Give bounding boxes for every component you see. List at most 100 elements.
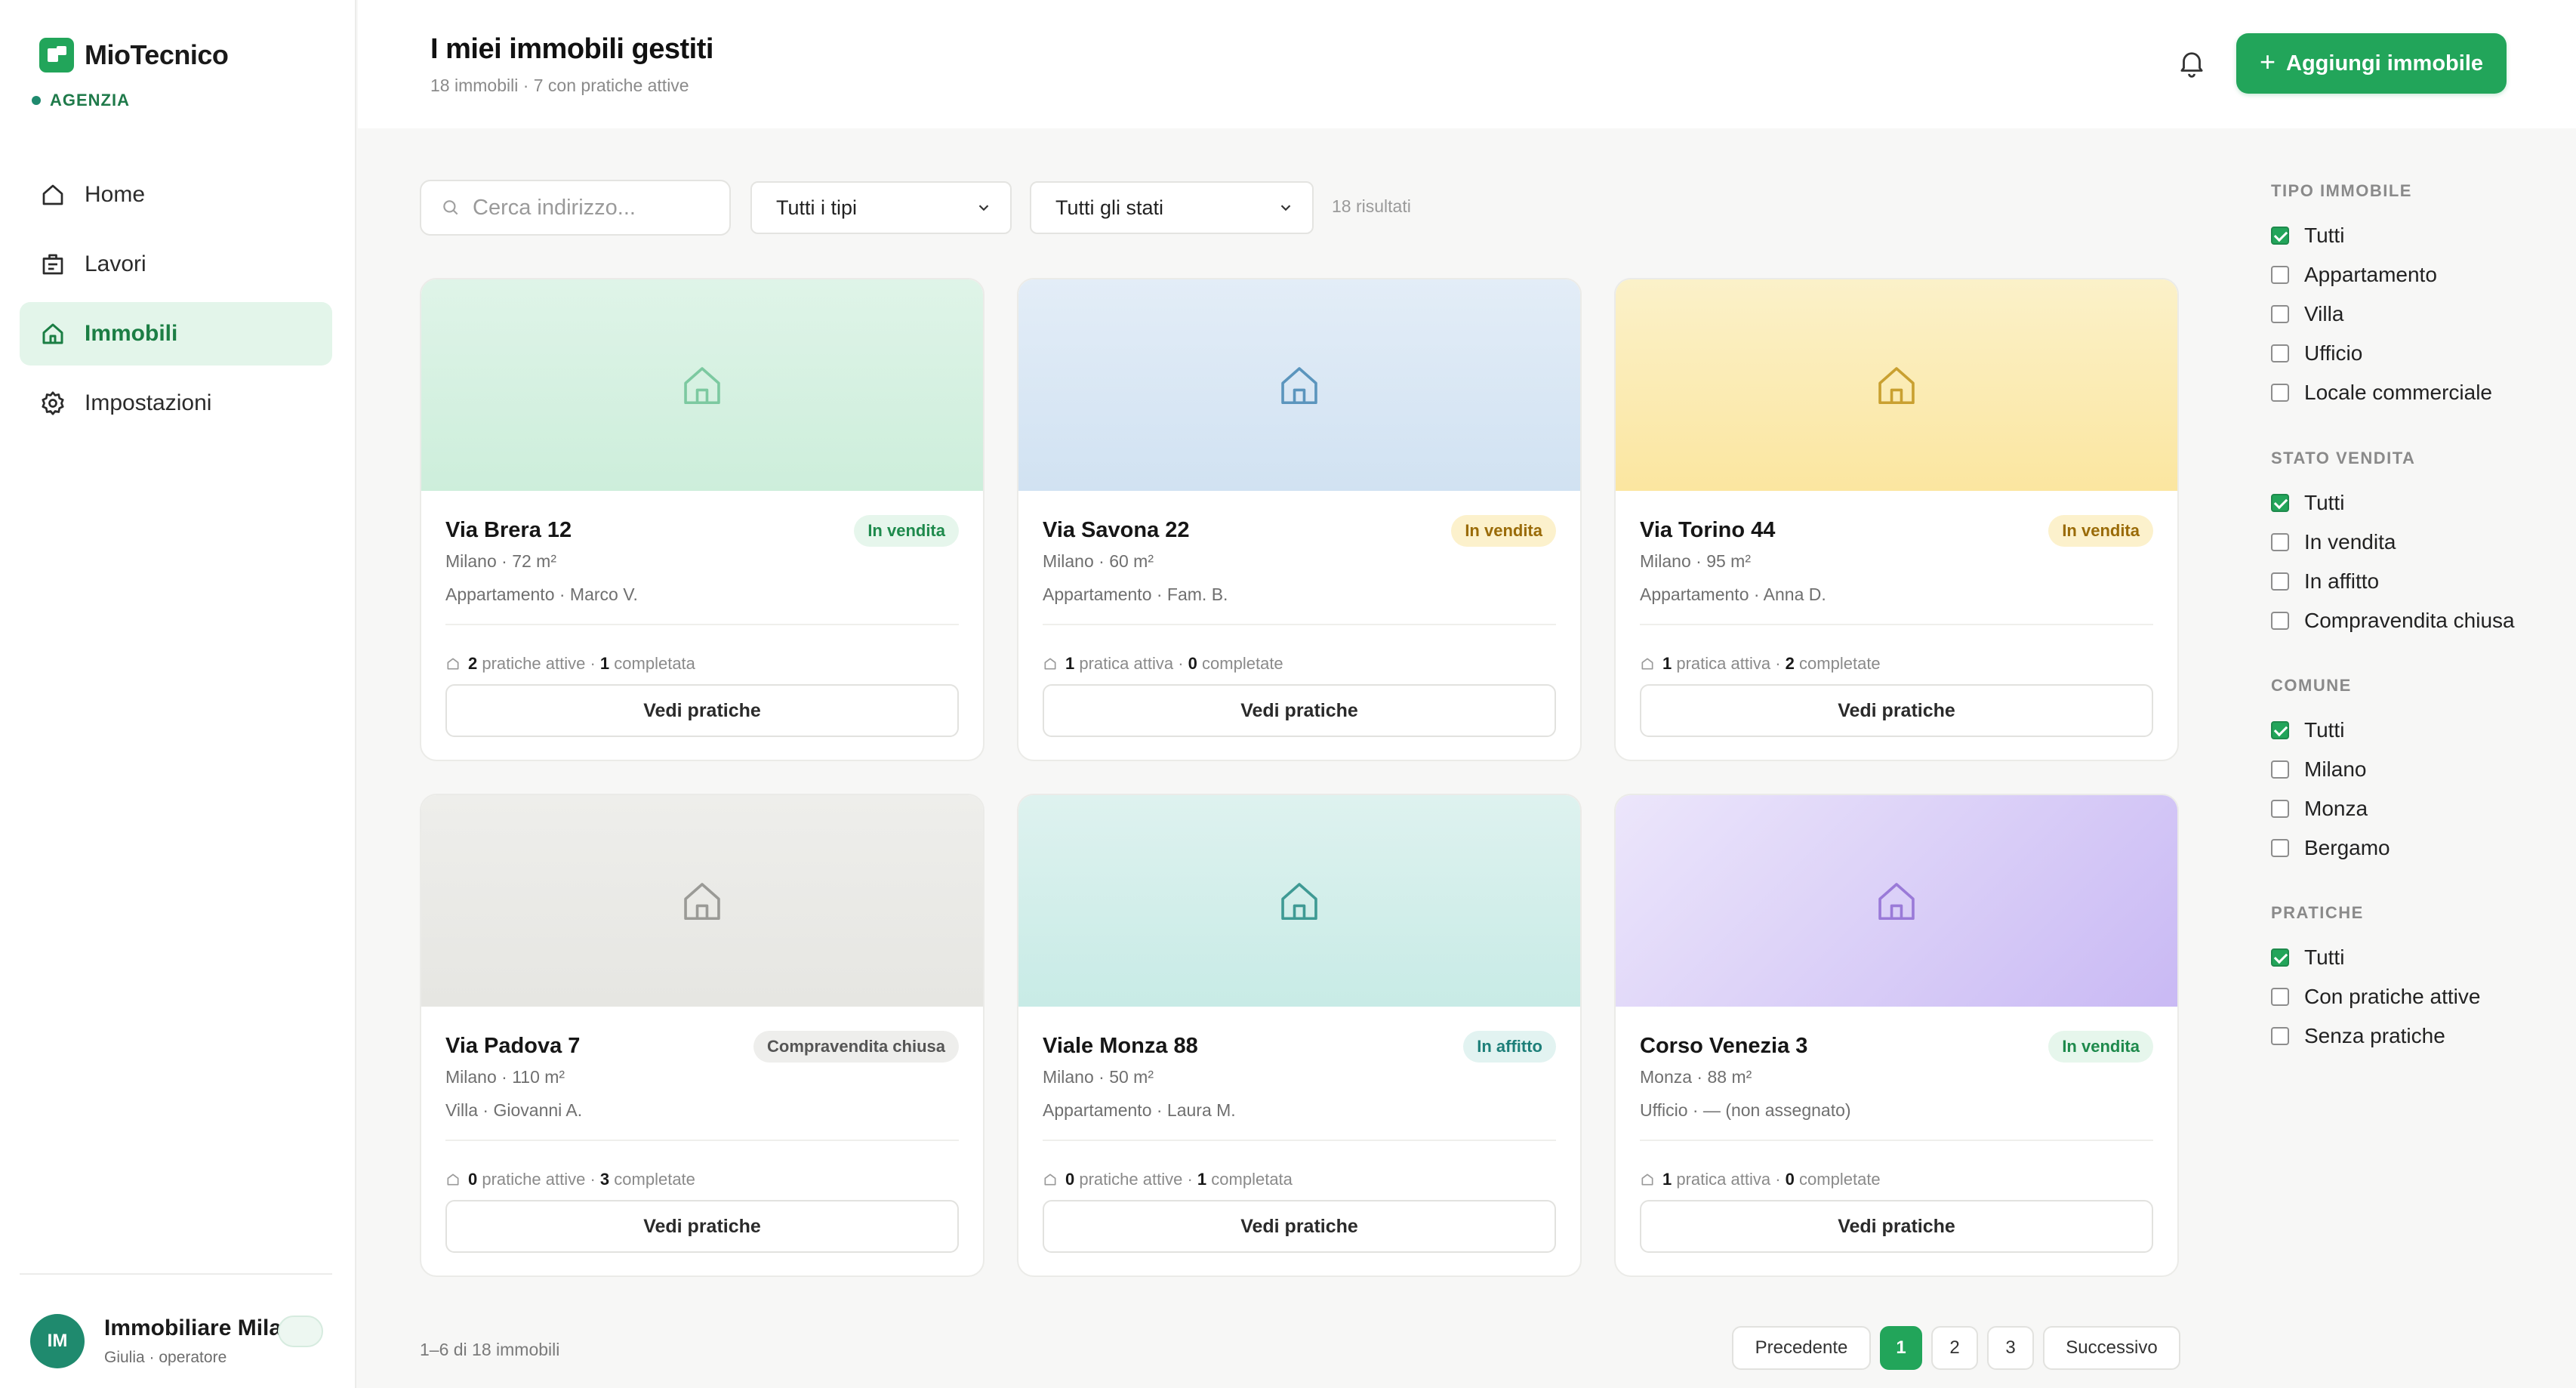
- sidebar-item-label: Impostazioni: [85, 390, 212, 415]
- sidebar-item-label: Home: [85, 182, 146, 207]
- checkbox[interactable]: [2271, 305, 2289, 323]
- view-practices-button[interactable]: Vedi pratiche: [1043, 1200, 1556, 1253]
- filter-option[interactable]: Compravendita chiusa: [2271, 609, 2515, 633]
- filter-option[interactable]: Con pratiche attive: [2271, 985, 2480, 1009]
- sidebar: MioTecnico AGENZIA Home Lavori Immobili …: [0, 0, 356, 1388]
- user-menu-chip[interactable]: [278, 1316, 323, 1347]
- house-icon: [684, 883, 720, 921]
- sidebar-item-home[interactable]: Home: [20, 163, 332, 227]
- org-tag-label: AGENZIA: [50, 91, 130, 109]
- filter-option[interactable]: Milano: [2271, 757, 2366, 782]
- brand[interactable]: MioTecnico: [39, 38, 229, 72]
- filter-group-heading: TIPO IMMOBILE: [2271, 181, 2412, 200]
- stats-text: 1 pratica attiva · 2 completate: [1662, 654, 1881, 673]
- property-meta: Appartamento · Anna D.: [1640, 585, 1826, 604]
- filter-option[interactable]: Tutti: [2271, 945, 2344, 970]
- folder-icon: [1044, 1174, 1056, 1186]
- house-icon: [1281, 367, 1317, 405]
- filter-option[interactable]: Tutti: [2271, 718, 2344, 742]
- property-location: Milano · 60 m²: [1043, 551, 1154, 571]
- checkbox[interactable]: [2271, 572, 2289, 591]
- filter-option[interactable]: Appartamento: [2271, 263, 2437, 287]
- stats-text: 2 pratiche attive · 1 completata: [468, 654, 695, 673]
- property-title: Via Padova 7: [445, 1034, 581, 1058]
- filter-option[interactable]: Ufficio: [2271, 341, 2362, 366]
- state-select[interactable]: Tutti gli stati: [1030, 181, 1314, 234]
- property-card[interactable]: Viale Monza 88 In affitto Milano · 50 m² Ap…: [1017, 794, 1582, 1277]
- filter-option[interactable]: In vendita: [2271, 530, 2396, 554]
- filter-option[interactable]: Tutti: [2271, 224, 2344, 248]
- filter-option-label: Tutti: [2304, 945, 2345, 969]
- checkbox[interactable]: [2271, 948, 2289, 967]
- filter-panel: TIPO IMMOBILE Tutti Appartamento Villa Uffic…: [2268, 0, 2576, 1388]
- property-title: Viale Monza 88: [1043, 1034, 1198, 1058]
- checkbox[interactable]: [2271, 839, 2289, 857]
- filter-option[interactable]: Locale commerciale: [2271, 381, 2492, 405]
- status-badge: In vendita: [854, 515, 959, 547]
- checkbox[interactable]: [2271, 533, 2289, 551]
- checkbox[interactable]: [2271, 988, 2289, 1006]
- filter-option-label: Milano: [2304, 757, 2367, 781]
- page-button-1[interactable]: 1: [1880, 1326, 1922, 1370]
- checkbox[interactable]: [2271, 800, 2289, 818]
- view-practices-button[interactable]: Vedi pratiche: [445, 684, 959, 737]
- folder-icon: [1044, 658, 1056, 670]
- type-select[interactable]: Tutti i tipi: [750, 181, 1012, 234]
- property-title: Via Brera 12: [445, 518, 572, 542]
- checkbox[interactable]: [2271, 1027, 2289, 1045]
- sidebar-item-label: Immobili: [85, 321, 178, 346]
- property-card[interactable]: Via Torino 44 In vendita Milano · 95 m² App…: [1614, 278, 2179, 761]
- filter-option-label: Monza: [2304, 797, 2368, 820]
- checkbox[interactable]: [2271, 721, 2289, 739]
- filter-group-heading: STATO VENDITA: [2271, 449, 2416, 467]
- property-card[interactable]: Via Padova 7 Compravendita chiusa Milano ·…: [420, 794, 984, 1277]
- checkbox[interactable]: [2271, 266, 2289, 284]
- property-location: Milano · 110 m²: [445, 1067, 565, 1087]
- chevron-down-icon: [978, 205, 989, 211]
- filter-option[interactable]: Villa: [2271, 302, 2343, 326]
- user-profile[interactable]: IM Immobiliare Milano Giulia · operatore: [30, 1314, 310, 1368]
- checkbox[interactable]: [2271, 344, 2289, 362]
- view-practices-button[interactable]: Vedi pratiche: [445, 1200, 959, 1253]
- state-select-value: Tutti gli stati: [1055, 196, 1164, 219]
- stats-text: 0 pratiche attive · 3 completate: [468, 1170, 695, 1189]
- house-icon: [684, 367, 720, 405]
- property-card[interactable]: Via Savona 22 In vendita Milano · 60 m² App…: [1017, 278, 1582, 761]
- sidebar-item-impostazioni[interactable]: Impostazioni: [20, 372, 332, 435]
- sidebar-item-immobili[interactable]: Immobili: [20, 302, 332, 366]
- org-dot-icon: [32, 96, 41, 105]
- view-practices-button[interactable]: Vedi pratiche: [1640, 1200, 2153, 1253]
- sidebar-item-lavori[interactable]: Lavori: [20, 233, 332, 296]
- checkbox[interactable]: [2271, 760, 2289, 779]
- checkbox[interactable]: [2271, 227, 2289, 245]
- filter-option-label: Tutti: [2304, 491, 2345, 514]
- bell-icon[interactable]: [2176, 47, 2208, 79]
- filter-option[interactable]: Bergamo: [2271, 836, 2390, 860]
- page-header: I miei immobili gestiti 18 immobili · 7 …: [358, 0, 2576, 128]
- search-input[interactable]: [473, 195, 714, 221]
- search-box[interactable]: [420, 180, 731, 236]
- filter-option[interactable]: Senza pratiche: [2271, 1024, 2445, 1048]
- checkbox[interactable]: [2271, 384, 2289, 402]
- status-badge: In affitto: [1463, 1031, 1556, 1063]
- filter-option-label: In affitto: [2304, 569, 2380, 593]
- property-meta: Appartamento · Fam. B.: [1043, 585, 1228, 604]
- filter-option[interactable]: Tutti: [2271, 491, 2344, 515]
- property-card[interactable]: Via Brera 12 In vendita Milano · 72 m² Appa…: [420, 278, 984, 761]
- property-title: Via Savona 22: [1043, 518, 1190, 542]
- view-practices-button[interactable]: Vedi pratiche: [1043, 684, 1556, 737]
- view-practices-button[interactable]: Vedi pratiche: [1640, 684, 2153, 737]
- filter-option[interactable]: Monza: [2271, 797, 2368, 821]
- checkbox[interactable]: [2271, 612, 2289, 630]
- property-meta: Appartamento · Laura M.: [1043, 1100, 1236, 1120]
- property-meta: Appartamento · Marco V.: [445, 585, 638, 604]
- page-button-2[interactable]: 2: [1931, 1326, 1978, 1370]
- prev-page-button[interactable]: Precedente: [1732, 1326, 1871, 1370]
- page-button-3[interactable]: 3: [1987, 1326, 2034, 1370]
- filter-option-label: Villa: [2304, 302, 2344, 325]
- checkbox[interactable]: [2271, 494, 2289, 512]
- property-card[interactable]: Corso Venezia 3 In vendita Monza · 88 m² Uf…: [1614, 794, 2179, 1277]
- user-role: Giulia · operatore: [104, 1349, 227, 1366]
- next-page-button[interactable]: Successivo: [2043, 1326, 2180, 1370]
- filter-option[interactable]: In affitto: [2271, 569, 2379, 594]
